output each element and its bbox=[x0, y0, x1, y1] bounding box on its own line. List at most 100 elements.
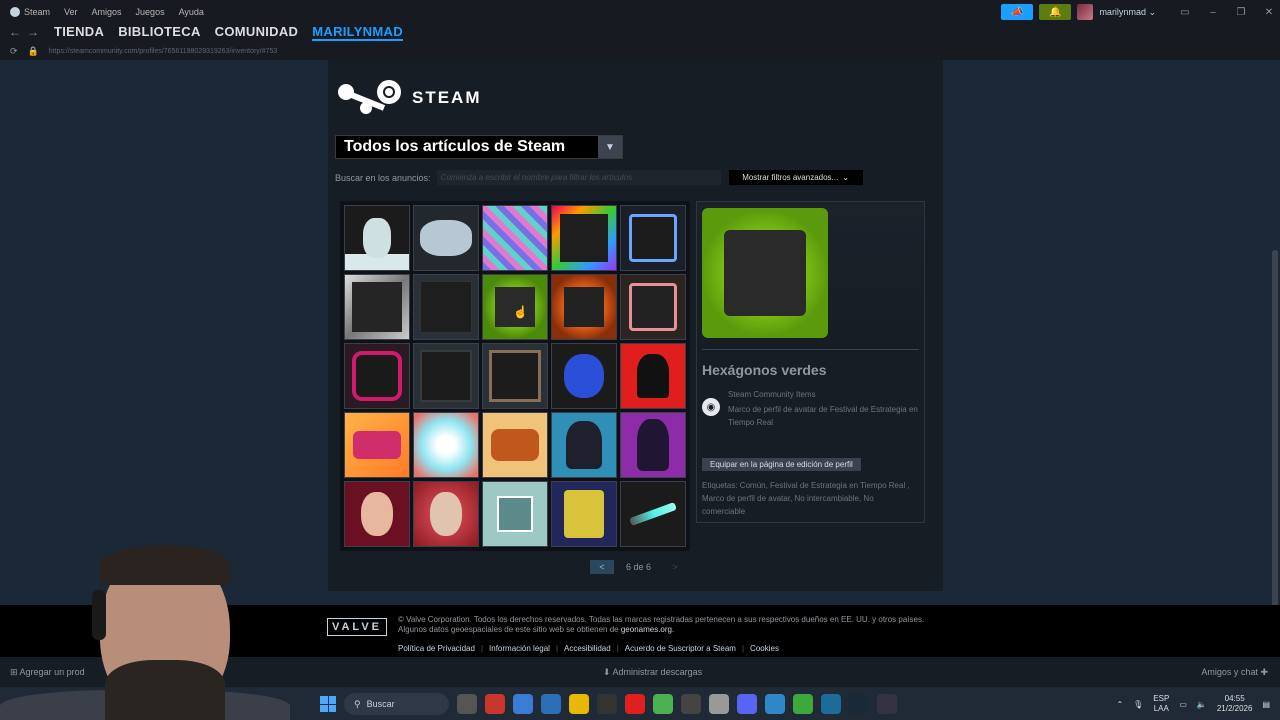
inventory-item-sonic[interactable] bbox=[551, 343, 617, 409]
inventory-item-frame-hexgreen[interactable]: ☝ bbox=[482, 274, 548, 340]
menu-item-friends[interactable]: Amigos bbox=[92, 7, 122, 17]
back-arrow-icon[interactable]: ← bbox=[6, 25, 24, 39]
next-page-button[interactable]: > bbox=[663, 560, 687, 574]
forward-arrow-icon[interactable]: → bbox=[24, 25, 42, 39]
prev-page-button[interactable]: < bbox=[590, 560, 614, 574]
page-content: STEAM Todos los artículos de Steam ▼ Bus… bbox=[0, 60, 1280, 640]
inventory-item-redchar[interactable] bbox=[620, 343, 686, 409]
privacy-link[interactable]: Política de Privacidad bbox=[398, 644, 475, 653]
inventory-item-frame-thin[interactable] bbox=[413, 343, 479, 409]
inventory-item-vamp[interactable] bbox=[344, 481, 410, 547]
volume-icon[interactable]: 🔈 bbox=[1197, 700, 1207, 709]
discord-icon[interactable] bbox=[737, 694, 757, 714]
inventory-item-sword[interactable] bbox=[620, 481, 686, 547]
app-icon[interactable] bbox=[681, 694, 701, 714]
app-icon[interactable] bbox=[485, 694, 505, 714]
photos-icon[interactable] bbox=[765, 694, 785, 714]
taskview-icon[interactable] bbox=[457, 694, 477, 714]
legal-line-2: Algunos datos geoespaciales de este siti… bbox=[398, 625, 675, 634]
inventory-item-forest[interactable] bbox=[482, 481, 548, 547]
inventory-item-gun[interactable] bbox=[344, 412, 410, 478]
chevron-down-icon[interactable]: ▼ bbox=[598, 136, 622, 158]
clock[interactable]: 04:55 21/2/2026 bbox=[1217, 694, 1253, 714]
inventory-panel: STEAM Todos los artículos de Steam ▼ Bus… bbox=[328, 60, 943, 591]
app-icon[interactable] bbox=[793, 694, 813, 714]
chevron-up-icon[interactable]: ⌃ bbox=[1116, 700, 1123, 709]
inventory-item-anime-blue[interactable] bbox=[551, 412, 617, 478]
broadcast-button[interactable]: 📣 bbox=[1001, 4, 1034, 20]
explorer-icon[interactable] bbox=[569, 694, 589, 714]
app-icon[interactable] bbox=[877, 694, 897, 714]
inventory-item-frame-blue[interactable] bbox=[620, 205, 686, 271]
reload-icon[interactable]: ⟳ bbox=[10, 46, 18, 57]
cookies-link[interactable]: Cookies bbox=[750, 644, 779, 653]
chrome-icon[interactable] bbox=[653, 694, 673, 714]
youtube-icon[interactable] bbox=[625, 694, 645, 714]
url-text[interactable]: https://steamcommunity.com/profiles/7656… bbox=[49, 48, 278, 55]
inventory-item-oldman[interactable] bbox=[413, 481, 479, 547]
tab-library[interactable]: BIBLIOTECA bbox=[118, 24, 200, 41]
notifications-button[interactable]: 🔔 bbox=[1039, 4, 1072, 20]
taskbar-search[interactable]: ⚲ Buscar bbox=[344, 693, 449, 715]
notifications-icon[interactable]: ▤ bbox=[1262, 700, 1270, 709]
search-icon: ⚲ bbox=[354, 698, 361, 709]
webcam-overlay bbox=[0, 540, 290, 720]
menu-item-games[interactable]: Juegos bbox=[136, 7, 165, 17]
mic-icon[interactable]: 🎙 bbox=[1133, 700, 1143, 709]
inventory-item-snowman[interactable] bbox=[344, 205, 410, 271]
app-icon[interactable] bbox=[821, 694, 841, 714]
store-icon[interactable] bbox=[513, 694, 533, 714]
inventory-item-yellow[interactable] bbox=[551, 481, 617, 547]
item-detail-panel: Hexágonos verdes ◉ Steam Community Items… bbox=[696, 201, 925, 523]
tab-profile[interactable]: MARILYNMAD bbox=[312, 24, 403, 41]
menu-item-help[interactable]: Ayuda bbox=[179, 7, 204, 17]
search-label: Buscar en los anuncios: bbox=[335, 172, 431, 183]
legal-link[interactable]: Información legal bbox=[489, 644, 550, 653]
inventory-item-frame-rainbow[interactable] bbox=[551, 205, 617, 271]
inventory-item-frame-dark[interactable] bbox=[413, 274, 479, 340]
notepad-icon[interactable] bbox=[709, 694, 729, 714]
inventory-item-elephant[interactable] bbox=[413, 205, 479, 271]
network-icon[interactable]: ▭ bbox=[1179, 700, 1187, 709]
geonames-link[interactable]: geonames.org. bbox=[621, 625, 674, 634]
scrollbar[interactable] bbox=[1272, 250, 1278, 640]
item-game: Steam Community Items bbox=[728, 390, 816, 399]
advanced-filters-button[interactable]: Mostrar filtros avanzados... ⌄ bbox=[728, 170, 863, 185]
item-name: Hexágonos verdes bbox=[702, 362, 827, 378]
outlook-icon[interactable] bbox=[541, 694, 561, 714]
tab-store[interactable]: TIENDA bbox=[54, 24, 104, 41]
windows-start-icon[interactable] bbox=[320, 696, 336, 712]
app-icon[interactable] bbox=[597, 694, 617, 714]
ssa-link[interactable]: Acuerdo de Suscriptor a Steam bbox=[625, 644, 736, 653]
minimize-icon[interactable]: – bbox=[1202, 7, 1224, 18]
steam-game-icon: ◉ bbox=[702, 398, 720, 416]
user-menu[interactable]: marilynmad ⌄ bbox=[1099, 7, 1156, 18]
accessibility-link[interactable]: Accesibilidad bbox=[564, 644, 611, 653]
search-input[interactable] bbox=[436, 170, 721, 185]
inventory-item-frame-silver[interactable] bbox=[344, 274, 410, 340]
inventory-item-city[interactable] bbox=[482, 205, 548, 271]
menu-item-steam[interactable]: Steam bbox=[10, 7, 50, 18]
inventory-item-frame-pink[interactable] bbox=[620, 274, 686, 340]
user-avatar[interactable] bbox=[1077, 4, 1094, 20]
inventory-item-burst[interactable] bbox=[413, 412, 479, 478]
chevron-down-icon: ⌄ bbox=[842, 173, 849, 182]
tab-community[interactable]: COMUNIDAD bbox=[215, 24, 299, 41]
inventory-item-anime-purple[interactable] bbox=[620, 412, 686, 478]
big-picture-icon[interactable]: ▭ bbox=[1174, 7, 1196, 18]
game-dropdown[interactable]: Todos los artículos de Steam ▼ bbox=[335, 135, 623, 159]
dropdown-label: Todos los artículos de Steam bbox=[344, 138, 566, 155]
steam-taskbar-icon[interactable] bbox=[849, 694, 869, 714]
menu-item-view[interactable]: Ver bbox=[64, 7, 78, 17]
maximize-icon[interactable]: ❐ bbox=[1230, 7, 1252, 18]
valve-logo[interactable]: VALVE bbox=[327, 618, 387, 636]
equip-button[interactable]: Equipar en la página de edición de perfi… bbox=[702, 458, 861, 471]
friends-chat-button[interactable]: Amigos y chat ✚ bbox=[1201, 667, 1268, 678]
close-icon[interactable]: ✕ bbox=[1258, 7, 1280, 18]
inventory-item-logs[interactable] bbox=[482, 412, 548, 478]
inventory-item-frame-wood[interactable] bbox=[482, 343, 548, 409]
downloads-button[interactable]: ⬇ Administrar descargas bbox=[603, 667, 702, 678]
inventory-item-frame-hexorange[interactable] bbox=[551, 274, 617, 340]
language-indicator[interactable]: ESP LAA bbox=[1153, 694, 1169, 714]
inventory-item-frame-magenta[interactable] bbox=[344, 343, 410, 409]
